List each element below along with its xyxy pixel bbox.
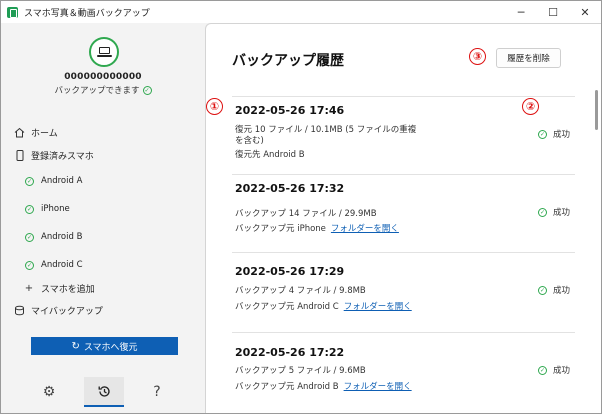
entry-target: 復元先 Android B: [235, 150, 305, 160]
history-panel: バックアップ履歴 履歴を削除 ③ ① ② 2022-05-26 17:46 復元…: [205, 23, 601, 413]
window-title: スマホ写真＆動画バックアップ: [24, 8, 150, 19]
check-circle-icon: ✓: [25, 232, 34, 242]
separator: [232, 332, 575, 333]
history-entry: 2022-05-26 17:32 バックアップ 14 ファイル / 29.9MB…: [232, 174, 575, 252]
nav-my-backup[interactable]: マイバックアップ: [13, 301, 103, 319]
check-circle-icon: ✓: [25, 176, 34, 186]
entry-detail: バックアップ 14 ファイル / 29.9MB: [235, 209, 377, 219]
result-label: 成功: [553, 130, 571, 140]
gear-icon[interactable]: ⚙: [29, 377, 69, 407]
device-status-label: バックアップできます: [54, 86, 140, 96]
sidebar: 000000000000 バックアップできます ✓ ホーム 登録済みスマホ ✓ A…: [1, 23, 205, 413]
app-phone-icon: [7, 6, 18, 18]
result-label: 成功: [553, 366, 571, 376]
entry-source: バックアップ元 iPhone フォルダーを開く: [235, 224, 399, 235]
title-bar: スマホ写真＆動画バックアップ ─ ☐ ✕: [1, 1, 601, 23]
check-circle-icon: ✓: [538, 129, 547, 139]
add-phone-button[interactable]: + スマホを追加: [23, 279, 95, 297]
device-label: Android C: [41, 260, 83, 270]
entry-source-label: バックアップ元 Android B: [235, 382, 339, 392]
entry-source-label: バックアップ元 iPhone: [235, 224, 326, 234]
minimize-button[interactable]: ─: [505, 1, 537, 23]
open-folder-link[interactable]: フォルダーを開く: [331, 224, 399, 234]
history-entry: 2022-05-26 17:29 バックアップ 4 ファイル / 9.8MB バ…: [232, 252, 575, 332]
sidebar-item-android-b[interactable]: ✓ Android B: [25, 228, 82, 246]
entry-result: ✓ 成功: [538, 128, 570, 140]
nav-registered-phones[interactable]: 登録済みスマホ: [13, 146, 94, 164]
entry-source-label: バックアップ元 Android C: [235, 302, 339, 312]
separator: [232, 174, 575, 175]
delete-history-button[interactable]: 履歴を削除: [496, 48, 561, 68]
entry-date: 2022-05-26 17:32: [235, 182, 345, 195]
plus-icon: +: [24, 282, 34, 294]
separator: [232, 252, 575, 253]
device-label: Android A: [41, 176, 83, 186]
entry-date: 2022-05-26 17:22: [235, 346, 345, 359]
open-folder-link[interactable]: フォルダーを開く: [344, 382, 412, 392]
help-icon[interactable]: ?: [137, 377, 177, 407]
nav-home[interactable]: ホーム: [13, 123, 58, 141]
device-avatar: [89, 37, 119, 67]
annotation-marker-3: ③: [469, 48, 486, 65]
check-circle-icon: ✓: [25, 204, 34, 214]
sidebar-item-android-c[interactable]: ✓ Android C: [25, 256, 83, 274]
storage-icon: [13, 304, 25, 316]
check-circle-icon: ✓: [25, 260, 34, 270]
phone-icon: [13, 149, 25, 161]
device-status: バックアップできます ✓: [1, 84, 205, 96]
restore-to-phone-button[interactable]: ↻ スマホへ復元: [31, 337, 178, 355]
entry-source: バックアップ元 Android C フォルダーを開く: [235, 302, 412, 313]
bottom-toolbar: ⚙ ?: [1, 367, 205, 413]
page-title: バックアップ履歴: [232, 53, 344, 69]
entry-detail: バックアップ 5 ファイル / 9.6MB: [235, 366, 366, 376]
history-entry: 2022-05-26 17:22 バックアップ 5 ファイル / 9.6MB バ…: [232, 332, 575, 413]
device-label: iPhone: [41, 204, 70, 214]
close-button[interactable]: ✕: [569, 1, 601, 23]
open-folder-link[interactable]: フォルダーを開く: [344, 302, 412, 312]
laptop-icon: [96, 47, 112, 57]
history-icon[interactable]: [84, 377, 124, 407]
entry-source: バックアップ元 Android B フォルダーを開く: [235, 382, 412, 393]
result-label: 成功: [553, 208, 571, 218]
separator: [232, 96, 575, 97]
result-label: 成功: [553, 286, 571, 296]
home-icon: [13, 126, 25, 138]
entry-detail-cont: を含む): [235, 136, 264, 146]
entry-detail: バックアップ 4 ファイル / 9.8MB: [235, 286, 366, 296]
entry-result: ✓ 成功: [538, 284, 570, 296]
sidebar-item-android-a[interactable]: ✓ Android A: [25, 172, 82, 190]
history-entry: 2022-05-26 17:46 復元 10 ファイル / 10.1MB (5 …: [232, 96, 575, 174]
entry-date: 2022-05-26 17:29: [235, 265, 345, 278]
device-label: Android B: [41, 232, 83, 242]
restore-icon: ↻: [71, 340, 80, 352]
window-controls: ─ ☐ ✕: [505, 1, 601, 23]
device-id: 000000000000: [64, 72, 142, 82]
entry-detail: 復元 10 ファイル / 10.1MB (5 ファイルの重複: [235, 125, 417, 135]
add-phone-label: スマホを追加: [41, 284, 95, 295]
scrollbar[interactable]: [595, 90, 598, 130]
entry-date: 2022-05-26 17:46: [235, 104, 345, 117]
check-circle-icon: ✓: [538, 285, 547, 295]
maximize-button[interactable]: ☐: [537, 1, 569, 23]
restore-label: スマホへ復元: [83, 342, 138, 353]
nav-my-backup-label: マイバックアップ: [31, 306, 103, 317]
annotation-marker-1: ①: [206, 98, 223, 115]
app-window: スマホ写真＆動画バックアップ ─ ☐ ✕ 000000000000 バックアップ…: [0, 0, 602, 414]
check-circle-icon: ✓: [538, 207, 547, 217]
check-circle-icon: ✓: [142, 86, 152, 95]
entry-result: ✓ 成功: [538, 364, 570, 376]
nav-registered-label: 登録済みスマホ: [31, 151, 94, 162]
entry-result: ✓ 成功: [538, 206, 570, 218]
nav-home-label: ホーム: [31, 128, 58, 139]
check-circle-icon: ✓: [538, 365, 547, 375]
sidebar-item-iphone[interactable]: ✓ iPhone: [25, 200, 70, 218]
